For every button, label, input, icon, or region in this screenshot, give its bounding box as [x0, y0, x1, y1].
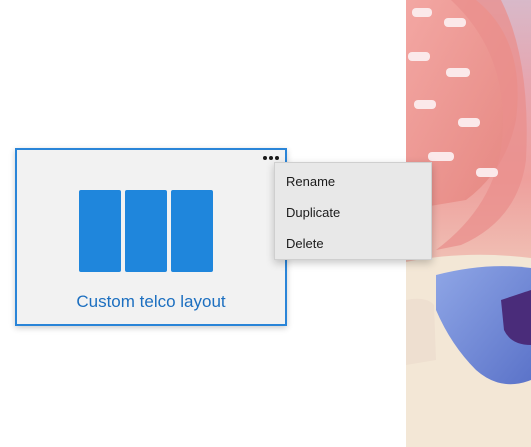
layout-title: Custom telco layout — [76, 292, 226, 311]
more-horizontal-icon — [263, 156, 267, 160]
menu-item-delete[interactable]: Delete — [275, 228, 431, 259]
more-horizontal-icon-dot — [275, 156, 279, 160]
desktop: Custom telco layout Rename Duplicate Del… — [0, 0, 531, 447]
layout-zone — [125, 190, 167, 272]
layout-card[interactable]: Custom telco layout — [15, 148, 287, 326]
menu-item-duplicate[interactable]: Duplicate — [275, 197, 431, 228]
context-menu: Rename Duplicate Delete — [274, 162, 432, 260]
more-horizontal-icon-dot — [269, 156, 273, 160]
menu-item-rename[interactable]: Rename — [275, 166, 431, 197]
layout-zone — [79, 190, 121, 272]
layout-preview — [79, 190, 213, 272]
layout-zone — [171, 190, 213, 272]
